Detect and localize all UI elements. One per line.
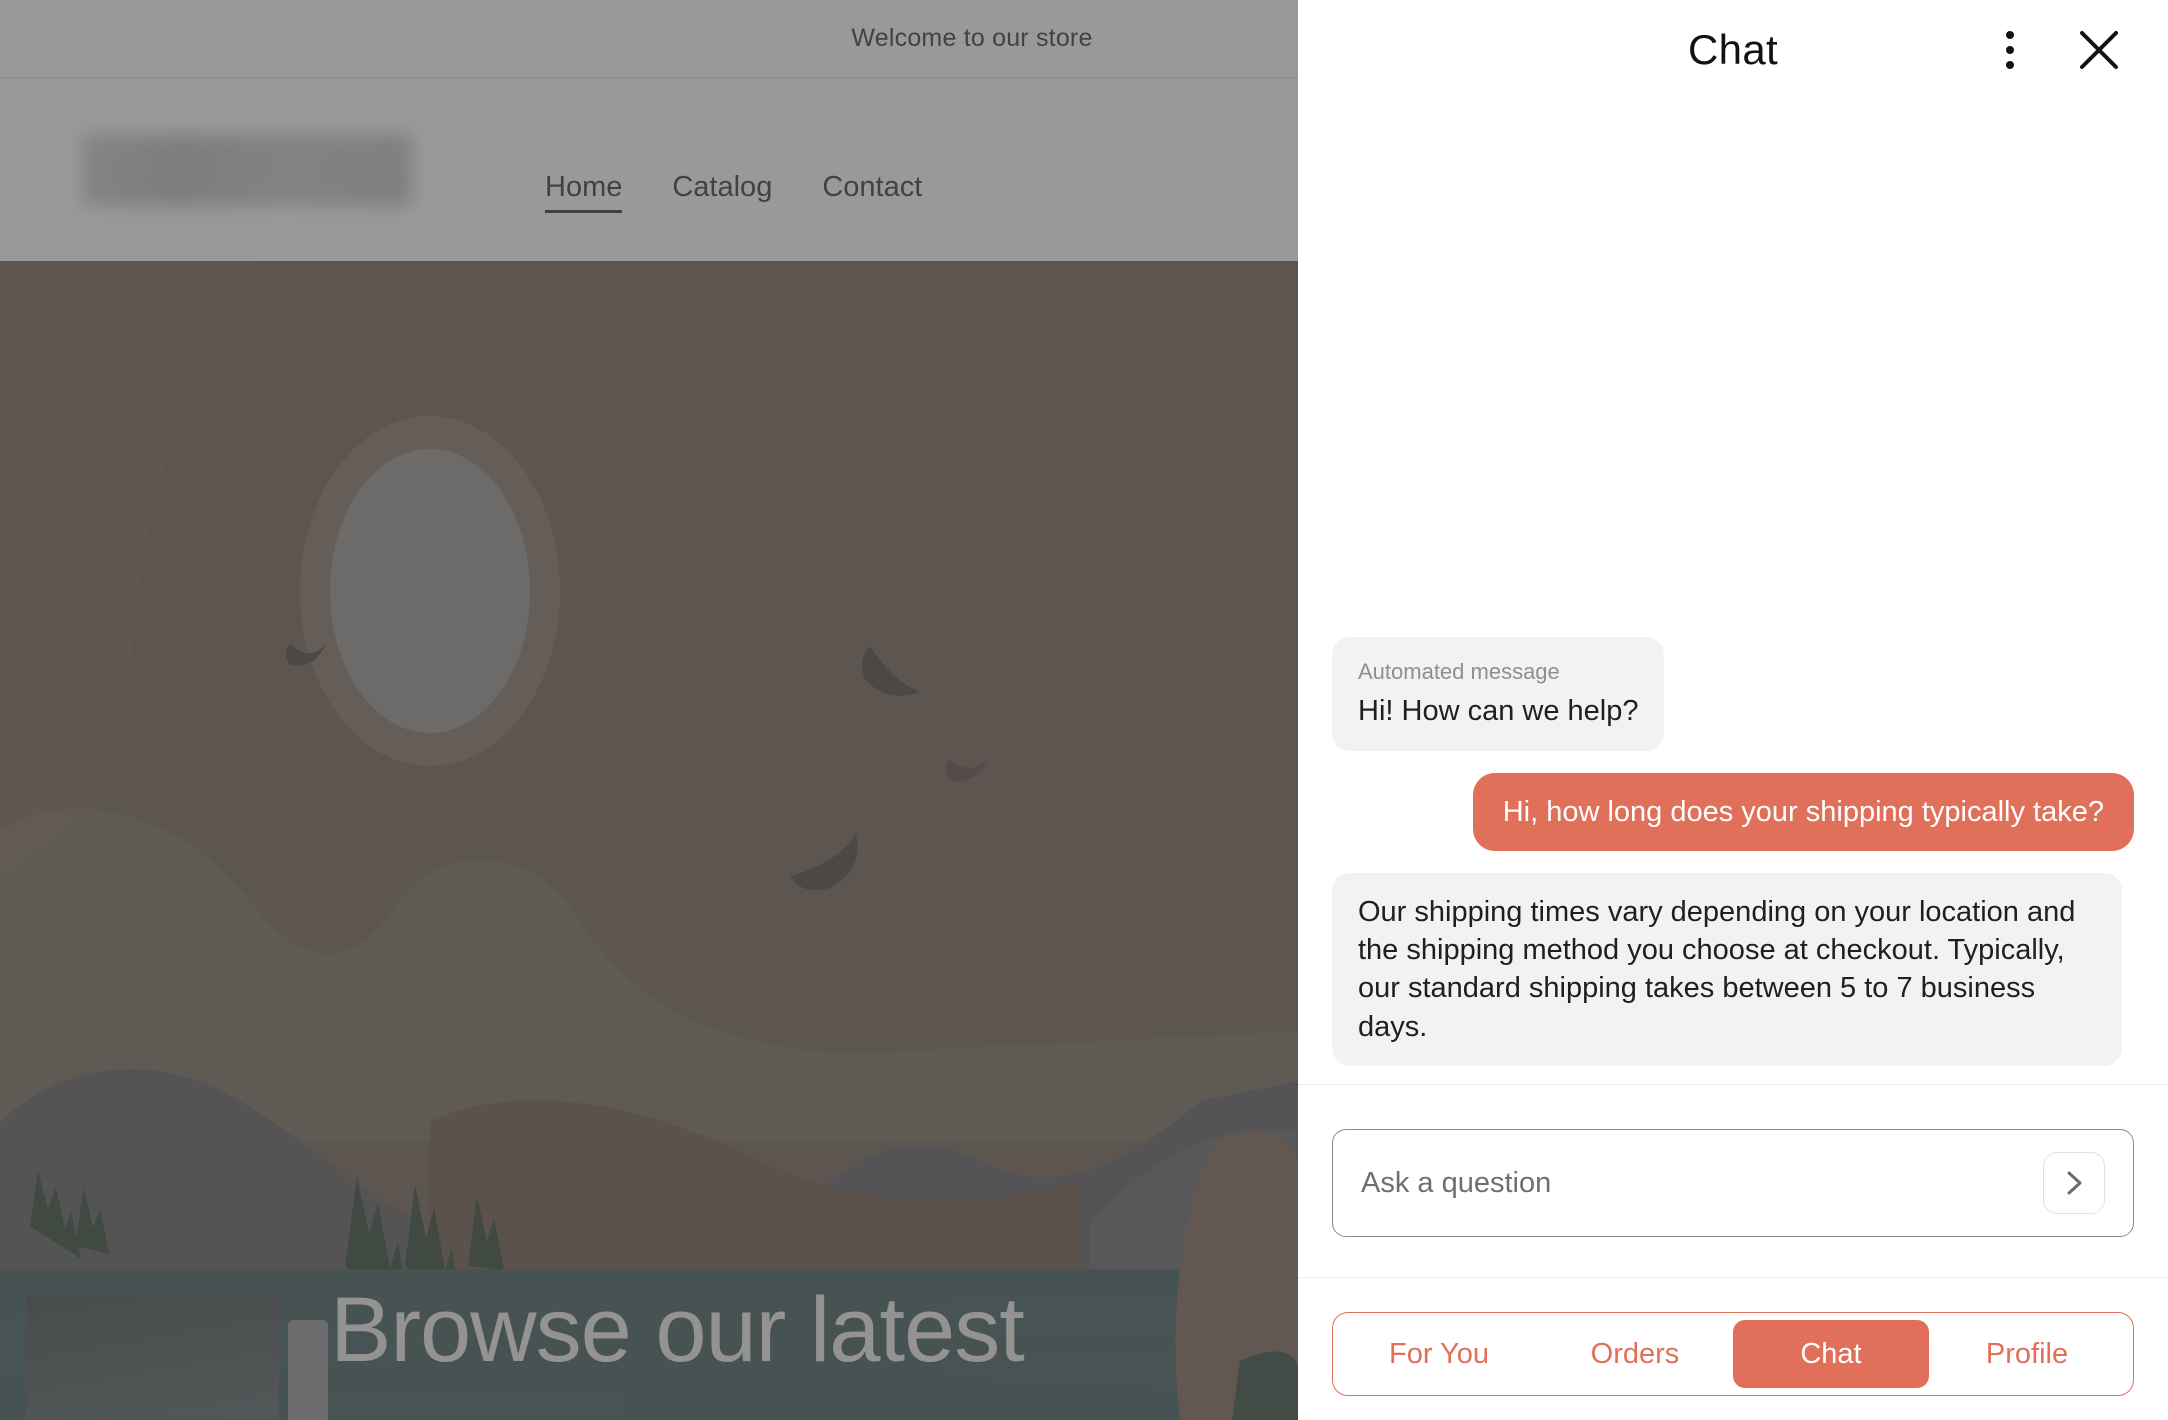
- message-text: Hi, how long does your shipping typicall…: [1502, 795, 2104, 828]
- automated-message-label: Automated message: [1358, 659, 1560, 685]
- chat-title: Chat: [1688, 26, 1778, 73]
- tab-profile[interactable]: Profile: [1929, 1320, 2125, 1388]
- composer-input-box[interactable]: [1332, 1129, 2134, 1237]
- chat-header: Chat: [1298, 0, 2168, 100]
- bot-message-bubble: Our shipping times vary depending on you…: [1332, 872, 2122, 1066]
- bot-message-bubble: Automated message Hi! How can we help?: [1332, 637, 1665, 751]
- message-text: Hi! How can we help?: [1358, 695, 1639, 728]
- user-message-bubble: Hi, how long does your shipping typicall…: [1472, 772, 2134, 851]
- message-text: Our shipping times vary depending on you…: [1358, 895, 2076, 1043]
- chat-input[interactable]: [1361, 1166, 2043, 1200]
- chat-header-actions: [1988, 0, 2124, 100]
- chat-panel: Chat Automated message Hi! How can we he…: [1298, 0, 2168, 1420]
- chevron-right-icon: [2067, 1171, 2082, 1195]
- chat-tabbar-wrap: For You Orders Chat Profile: [1298, 1278, 2168, 1420]
- storefront-page: Welcome to our store Home Catalog Contac…: [0, 0, 1300, 1420]
- chat-message: Our shipping times vary depending on you…: [1332, 872, 2134, 1066]
- chat-composer: [1298, 1085, 2168, 1277]
- send-button[interactable]: [2043, 1152, 2105, 1214]
- close-icon[interactable]: [2074, 25, 2124, 75]
- page-dim-overlay[interactable]: [0, 0, 1300, 1420]
- chat-message: Automated message Hi! How can we help?: [1332, 637, 2134, 751]
- tab-chat[interactable]: Chat: [1733, 1320, 1929, 1388]
- chat-tabbar: For You Orders Chat Profile: [1332, 1312, 2134, 1396]
- chat-message: Hi, how long does your shipping typicall…: [1332, 772, 2134, 851]
- kebab-menu-icon[interactable]: [1988, 24, 2032, 76]
- tab-for-you[interactable]: For You: [1341, 1320, 1537, 1388]
- chat-message-list: Automated message Hi! How can we help? H…: [1298, 100, 2168, 1084]
- tab-orders[interactable]: Orders: [1537, 1320, 1733, 1388]
- screen: Welcome to our store Home Catalog Contac…: [0, 0, 2168, 1420]
